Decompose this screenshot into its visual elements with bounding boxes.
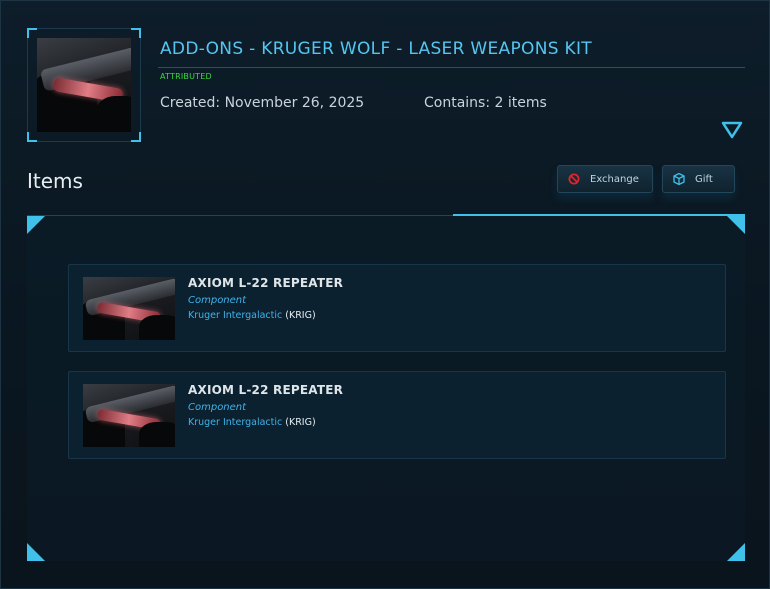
item-thumbnail-image	[83, 277, 175, 340]
gift-icon	[673, 172, 685, 186]
created-date: Created: November 26, 2025	[160, 95, 365, 111]
manufacturer-name: Kruger Intergalactic	[188, 310, 283, 321]
status-badge: ATTRIBUTED	[160, 72, 212, 81]
manufacturer-name: Kruger Intergalactic	[188, 417, 283, 428]
item-count: Contains: 2 items	[424, 95, 547, 111]
gift-label: Gift	[695, 173, 713, 185]
exchange-icon	[568, 173, 580, 185]
panel-corner-bottom-left	[27, 543, 45, 561]
panel-corner-bottom-right	[727, 543, 745, 561]
item-thumbnail-image	[83, 384, 175, 447]
panel-corner-top-left	[27, 216, 45, 234]
items-heading: Items	[27, 169, 83, 193]
ship-thumbnail-image	[37, 38, 131, 132]
item-card[interactable]: AXIOM L-22 REPEATER Component Kruger Int…	[68, 264, 726, 352]
item-name: AXIOM L-22 REPEATER	[188, 383, 344, 397]
item-type: Component	[188, 402, 247, 413]
pledge-thumbnail	[27, 28, 141, 142]
exchange-label: Exchange	[590, 173, 639, 185]
panel-corner-top-right	[727, 216, 745, 234]
item-manufacturer: Kruger Intergalactic (KRIG)	[188, 310, 316, 321]
pledge-window: ADD-ONS - KRUGER WOLF - LASER WEAPONS KI…	[0, 0, 770, 589]
item-name: AXIOM L-22 REPEATER	[188, 276, 344, 290]
manufacturer-code: KRIG	[288, 417, 312, 428]
item-card[interactable]: AXIOM L-22 REPEATER Component Kruger Int…	[68, 371, 726, 459]
chevron-down-icon[interactable]	[721, 120, 743, 140]
panel-accent-line	[453, 214, 745, 216]
title-divider	[158, 67, 745, 68]
exchange-button[interactable]: Exchange	[557, 165, 653, 193]
item-type: Component	[188, 295, 247, 306]
pledge-title: ADD-ONS - KRUGER WOLF - LASER WEAPONS KI…	[160, 39, 592, 59]
manufacturer-code: KRIG	[288, 310, 312, 321]
gift-button[interactable]: Gift	[662, 165, 735, 193]
item-manufacturer: Kruger Intergalactic (KRIG)	[188, 417, 316, 428]
items-panel: AXIOM L-22 REPEATER Component Kruger Int…	[27, 214, 745, 561]
